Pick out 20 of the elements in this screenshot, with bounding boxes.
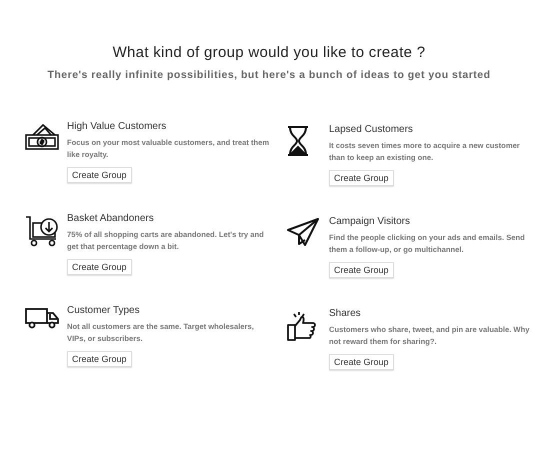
cart-icon [25, 215, 59, 247]
create-group-button[interactable]: Create Group [329, 262, 394, 278]
money-icon [25, 123, 59, 153]
page-subheading: There's really infinite possibilities, but here's a bunch of ideas to get you started [46, 69, 492, 81]
page-heading: What kind of group would you like to create ? [112, 44, 426, 61]
create-group-button[interactable]: Create Group [67, 351, 132, 367]
thumbs-up-icon [287, 310, 317, 342]
truck-icon [25, 307, 59, 329]
group-title: Customer Types [67, 305, 141, 316]
group-title: Shares [329, 308, 362, 319]
group-title: Campaign Visitors [329, 216, 411, 227]
create-group-button[interactable]: Create Group [67, 167, 132, 183]
group-title: Lapsed Customers [329, 124, 414, 135]
paper-plane-icon [287, 218, 319, 246]
hourglass-icon [287, 126, 309, 156]
create-group-button[interactable]: Create Group [329, 354, 394, 370]
group-title: High Value Customers [67, 121, 168, 132]
group-title: Basket Abandoners [67, 213, 155, 224]
create-group-button[interactable]: Create Group [329, 170, 394, 186]
create-group-button[interactable]: Create Group [67, 259, 132, 275]
